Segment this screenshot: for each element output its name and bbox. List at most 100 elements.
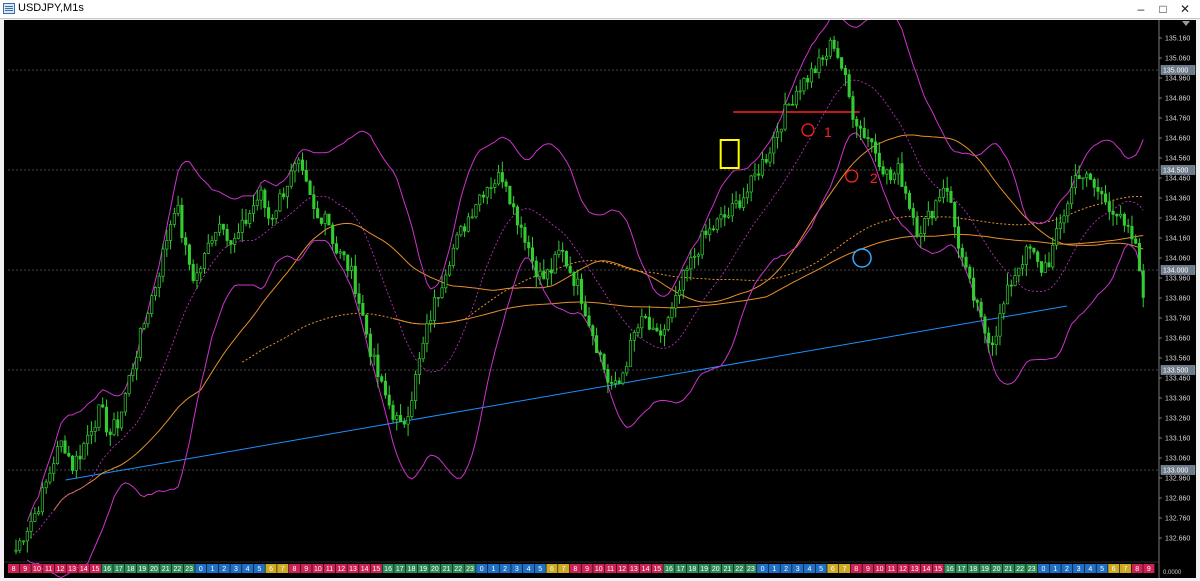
candle-body: [726, 215, 731, 218]
time-label: 21: [1005, 566, 1013, 573]
candle-body: [89, 431, 93, 436]
candle-body: [987, 332, 991, 344]
candle-body: [847, 74, 851, 97]
time-label: 1: [1053, 566, 1057, 573]
trendline: [65, 305, 1068, 481]
candle-body: [515, 206, 519, 226]
candle-body: [855, 119, 859, 127]
candle-body: [497, 172, 501, 185]
candle-body: [357, 293, 361, 304]
candle-body: [82, 443, 86, 460]
candle-body: [67, 452, 71, 457]
candle-body: [700, 230, 704, 256]
candle-body: [131, 368, 135, 376]
price-tick-label: 133.960: [1165, 276, 1190, 283]
candle-body: [647, 316, 651, 330]
candle-body: [221, 223, 225, 230]
candle-body: [1141, 270, 1145, 298]
candle-body: [206, 242, 210, 254]
candle-body: [74, 455, 78, 471]
candle-body: [380, 376, 384, 382]
candle-body: [907, 192, 912, 209]
candle-body: [606, 368, 610, 383]
candle-body: [1119, 213, 1123, 217]
candle-body: [233, 237, 237, 245]
candle-body: [500, 172, 504, 183]
candle-body: [602, 354, 606, 370]
candle-body: [289, 170, 293, 187]
minimize-button[interactable]: –: [1130, 0, 1152, 18]
candle-body: [33, 513, 37, 522]
candle-body: [636, 327, 640, 333]
chart-area[interactable]: 12 135.160 135.060 134.960 134.860 134.760 13…: [4, 20, 1196, 578]
candle-body: [523, 226, 527, 243]
time-label: 2: [222, 566, 226, 573]
candle-body: [157, 275, 161, 288]
time-label: 20: [712, 566, 720, 573]
candle-body: [644, 316, 648, 318]
candle-body: [327, 213, 331, 226]
candle-body: [1032, 247, 1036, 253]
chart-shift-icon: [1182, 21, 1190, 26]
candle-body: [689, 256, 693, 270]
time-label: 15: [653, 566, 661, 573]
candle-body: [240, 219, 244, 233]
candle-body: [877, 152, 881, 167]
candle-body: [169, 224, 173, 241]
window-titlebar: USDJPY,M1s – □ ✕: [0, 0, 1200, 19]
candle-body: [990, 342, 994, 346]
time-label: 21: [443, 566, 451, 573]
price-tick-label: 134.460: [1165, 176, 1190, 183]
time-label: 8: [854, 566, 858, 573]
candle-body: [1103, 193, 1108, 203]
candle-body: [18, 540, 22, 551]
candle-body: [670, 307, 674, 319]
candle-body: [821, 57, 825, 60]
candle-body: [900, 163, 904, 187]
candle-body: [772, 137, 776, 154]
candle-body: [930, 210, 934, 219]
candle-body: [172, 212, 176, 225]
time-label: 23: [747, 566, 755, 573]
candle-body: [968, 266, 972, 279]
candle-body: [123, 393, 127, 413]
time-label: 6: [550, 566, 554, 573]
candle-body: [78, 455, 82, 460]
time-label: 7: [281, 566, 285, 573]
price-chart[interactable]: 12 135.160135.060134.960134.860134.76013…: [4, 20, 1196, 578]
candle-body: [478, 194, 482, 206]
level-price-label: 135.000: [1163, 68, 1188, 75]
candle-body: [1062, 215, 1066, 224]
candle-body: [432, 297, 437, 321]
candle-body: [738, 200, 742, 208]
time-label: 18: [408, 566, 416, 573]
candle-body: [308, 180, 312, 196]
candle-body: [282, 193, 286, 198]
time-label: 18: [127, 566, 135, 573]
time-label: 10: [33, 566, 41, 573]
candle-body: [176, 204, 180, 214]
candle-body: [55, 446, 60, 464]
time-label: 9: [585, 566, 589, 573]
candle-body: [862, 127, 866, 138]
time-label: 14: [642, 566, 650, 573]
candle-body: [489, 187, 493, 189]
candle-body: [331, 224, 335, 244]
candle-body: [504, 181, 508, 187]
candle-body: [613, 380, 617, 384]
time-label: 14: [361, 566, 369, 573]
time-label: 12: [56, 566, 64, 573]
candle-body: [625, 365, 629, 374]
candle-body: [14, 549, 18, 552]
candle-body: [466, 216, 470, 232]
time-label: 15: [372, 566, 380, 573]
maximize-button[interactable]: □: [1152, 0, 1174, 18]
time-label: 21: [162, 566, 170, 573]
candle-body: [843, 67, 847, 76]
chart-window-icon: [3, 3, 15, 14]
candle-body: [1013, 275, 1017, 286]
close-button[interactable]: ✕: [1174, 0, 1196, 18]
candle-body: [666, 317, 670, 330]
candle-body: [48, 472, 52, 483]
blue-circle-marker: [852, 248, 872, 268]
